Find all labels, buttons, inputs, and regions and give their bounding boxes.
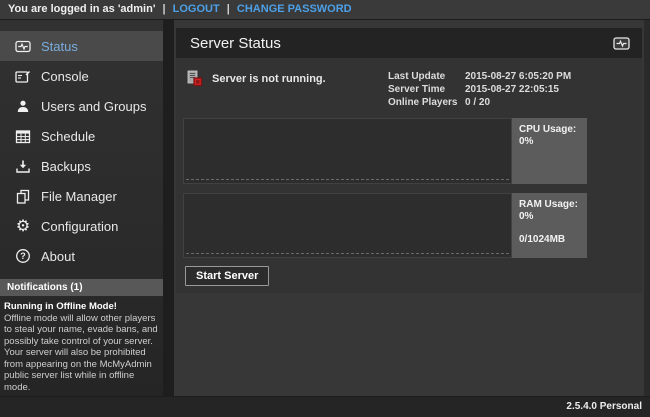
- pages-icon: [14, 189, 32, 204]
- server-status-message: Server is not running.: [212, 73, 326, 85]
- info-row-last-update: Last Update 2015-08-27 6:05:20 PM: [388, 70, 633, 83]
- content-area: Server Status Server is not running. Las…: [174, 20, 644, 396]
- separator: |: [163, 3, 166, 15]
- activity-icon[interactable]: [613, 36, 630, 51]
- panel-body: Server is not running. Last Update 2015-…: [176, 58, 642, 293]
- sidebar-item-label: Backups: [41, 159, 91, 174]
- sidebar-item-label: Configuration: [41, 219, 118, 234]
- sidebar-item-status[interactable]: Status: [0, 31, 163, 61]
- logout-link[interactable]: LOGOUT: [173, 3, 220, 15]
- info-value: 0 / 20: [465, 96, 490, 109]
- ram-usage-detail: 0/1024MB: [519, 234, 587, 246]
- sidebar: Status Console Users and Groups Schedule: [0, 20, 163, 417]
- svg-text:?: ?: [20, 251, 26, 261]
- sidebar-item-label: About: [41, 249, 75, 264]
- sidebar-item-file-manager[interactable]: File Manager: [0, 181, 163, 211]
- sidebar-item-backups[interactable]: Backups: [0, 151, 163, 181]
- calendar-icon: [14, 129, 32, 144]
- console-icon: [14, 69, 32, 84]
- server-stopped-icon: [186, 70, 203, 87]
- info-label: Server Time: [388, 83, 465, 96]
- notification-text: Offline mode will allow other players to…: [4, 313, 160, 394]
- cpu-usage-value: 0%: [519, 136, 587, 148]
- info-row-server-time: Server Time 2015-08-27 22:05:15: [388, 83, 633, 96]
- notification-item: Running in Offline Mode! Offline mode wi…: [4, 301, 160, 393]
- sidebar-item-label: Status: [41, 39, 78, 54]
- info-value: 2015-08-27 6:05:20 PM: [465, 70, 571, 83]
- sidebar-item-about[interactable]: ? About: [0, 241, 163, 271]
- sidebar-item-label: Schedule: [41, 129, 95, 144]
- page-title: Server Status: [190, 35, 613, 52]
- sidebar-divider: [163, 20, 174, 396]
- ram-usage-box: RAM Usage: 0% 0/1024MB: [512, 193, 587, 258]
- sidebar-item-users-and-groups[interactable]: Users and Groups: [0, 91, 163, 121]
- login-status-text: You are logged in as 'admin': [8, 3, 155, 15]
- cpu-usage-chart: [183, 118, 512, 184]
- question-circle-icon: ?: [14, 248, 32, 264]
- sidebar-item-label: Users and Groups: [41, 99, 147, 114]
- user-icon: [14, 99, 32, 114]
- server-status-panel: Server Status Server is not running. Las…: [176, 28, 642, 293]
- info-label: Last Update: [388, 70, 465, 83]
- sidebar-item-schedule[interactable]: Schedule: [0, 121, 163, 151]
- activity-icon: [14, 39, 32, 54]
- ram-usage-value: 0%: [519, 211, 587, 223]
- separator: |: [227, 3, 230, 15]
- app-window: You are logged in as 'admin' | LOGOUT | …: [0, 0, 650, 417]
- notifications-header: Notifications (1): [0, 279, 163, 296]
- ram-usage-chart: [183, 193, 512, 258]
- sidebar-item-console[interactable]: Console: [0, 61, 163, 91]
- cpu-usage-label: CPU Usage:: [519, 124, 587, 136]
- sidebar-item-label: File Manager: [41, 189, 117, 204]
- start-server-button[interactable]: Start Server: [185, 266, 269, 286]
- gear-icon: ⚙: [14, 219, 32, 234]
- info-row-online-players: Online Players 0 / 20: [388, 96, 633, 109]
- topbar: You are logged in as 'admin' | LOGOUT | …: [0, 0, 650, 20]
- sidebar-menu: Status Console Users and Groups Schedule: [0, 31, 163, 271]
- change-password-link[interactable]: CHANGE PASSWORD: [237, 3, 352, 15]
- info-value: 2015-08-27 22:05:15: [465, 83, 559, 96]
- server-info: Last Update 2015-08-27 6:05:20 PM Server…: [388, 70, 633, 109]
- ram-usage-label: RAM Usage:: [519, 199, 587, 211]
- bottom-bar: 2.5.4.0 Personal: [0, 396, 650, 417]
- version-text: 2.5.4.0 Personal: [566, 401, 642, 412]
- sidebar-item-configuration[interactable]: ⚙ Configuration: [0, 211, 163, 241]
- notification-title: Running in Offline Mode!: [4, 301, 160, 313]
- panel-header: Server Status: [176, 28, 642, 58]
- server-status-row: Server is not running.: [186, 70, 326, 87]
- cpu-usage-box: CPU Usage: 0%: [512, 118, 587, 184]
- info-label: Online Players: [388, 96, 465, 109]
- download-tray-icon: [14, 159, 32, 174]
- sidebar-item-label: Console: [41, 69, 89, 84]
